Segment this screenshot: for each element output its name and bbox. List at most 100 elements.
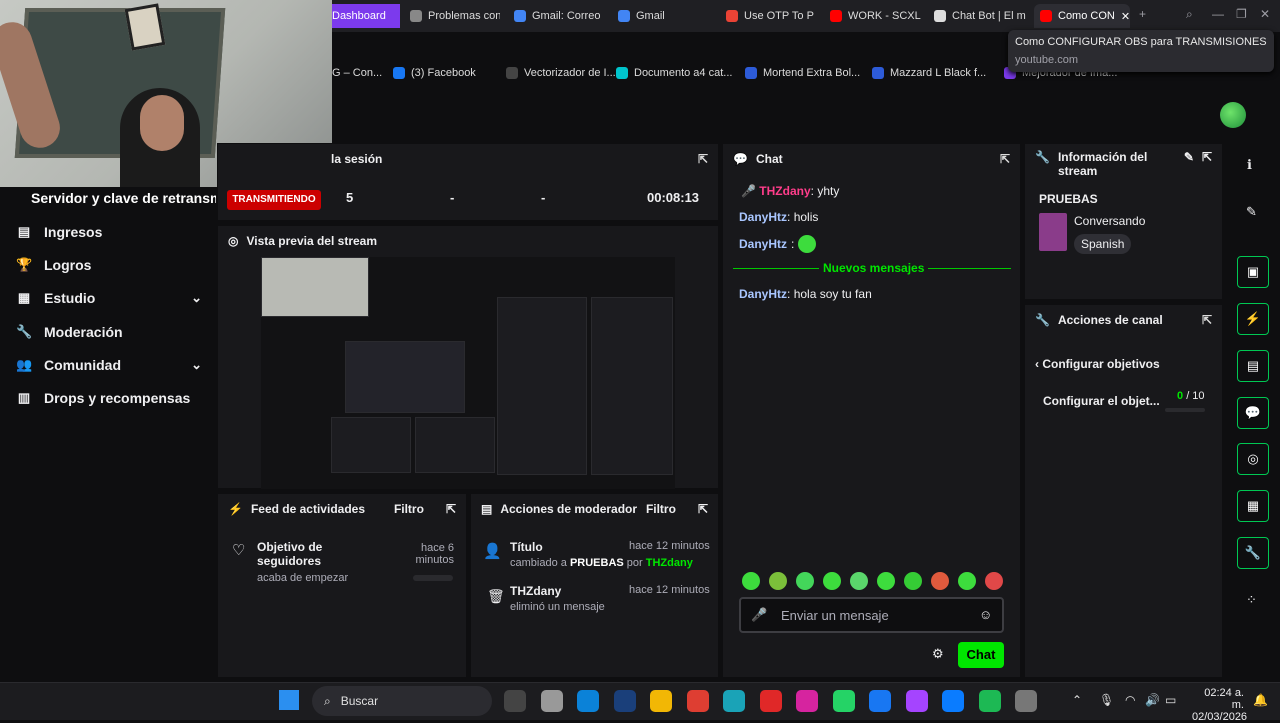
- sidebar-item-estudio[interactable]: ▦ Estudio ⌄: [16, 290, 202, 306]
- stream-key-title[interactable]: Servidor y clave de retransm: [31, 190, 216, 206]
- goal-label[interactable]: Configurar el objet...: [1043, 394, 1160, 408]
- chat-username[interactable]: THZdany: [759, 184, 810, 198]
- wifi-icon[interactable]: ◠: [1125, 693, 1135, 707]
- notification-icon[interactable]: 🔔: [1253, 693, 1268, 707]
- bookmark-item[interactable]: G – Con...: [332, 67, 382, 79]
- photoshop-icon[interactable]: [613, 690, 636, 712]
- messenger2-icon[interactable]: [942, 690, 964, 712]
- edit-icon[interactable]: ✎: [1184, 150, 1194, 164]
- popout-icon[interactable]: ⇱: [698, 152, 708, 166]
- close-window-icon[interactable]: ✕: [1260, 7, 1270, 21]
- mod-filter-button[interactable]: Filtro: [646, 502, 676, 516]
- chat-username[interactable]: DanyHtz: [739, 287, 787, 301]
- sidebar-item-comunidad[interactable]: 👥 Comunidad ⌄: [16, 357, 202, 373]
- emote-icon[interactable]: [904, 572, 922, 590]
- chat-username[interactable]: DanyHtz: [739, 237, 787, 251]
- bookmark-item[interactable]: (3) Facebook: [393, 67, 476, 79]
- sourcetree-icon[interactable]: [723, 690, 745, 712]
- emote-icon[interactable]: [796, 572, 814, 590]
- clip-button[interactable]: ▣: [1237, 256, 1269, 288]
- sidebar-item-drops-y-recompensas[interactable]: ▥ Drops y recompensas: [16, 390, 202, 406]
- emoji-picker-icon[interactable]: ☺: [979, 607, 992, 622]
- emote-icon[interactable]: [850, 572, 868, 590]
- info-icon[interactable]: ℹ: [1247, 157, 1252, 173]
- search-tabs-icon[interactable]: ⌕: [1186, 7, 1193, 22]
- battery-icon[interactable]: ▭: [1165, 693, 1176, 707]
- mod-sub-user[interactable]: THZdany: [646, 557, 693, 569]
- user-avatar[interactable]: [1220, 102, 1246, 128]
- edit-icon[interactable]: ✎: [1246, 204, 1257, 220]
- chat-send-button[interactable]: Chat: [958, 642, 1004, 668]
- edge-icon[interactable]: [577, 690, 599, 712]
- restore-icon[interactable]: ❐: [1236, 7, 1247, 21]
- chrome-icon[interactable]: [686, 690, 709, 712]
- youtube-icon: [830, 10, 842, 22]
- emote-icon[interactable]: [931, 572, 949, 590]
- chat-settings-icon[interactable]: ⚙: [932, 646, 944, 662]
- chevron-down-icon[interactable]: ⌄: [191, 357, 202, 373]
- whatsapp-icon[interactable]: [832, 690, 855, 712]
- tab-gmail-correo[interactable]: Gmail: Correo: [508, 4, 608, 28]
- emote-icon[interactable]: [769, 572, 787, 590]
- messenger-icon[interactable]: [905, 690, 928, 712]
- bookmark-item[interactable]: Mazzard L Black f...: [872, 67, 986, 79]
- apps-icon[interactable]: ⁘: [1246, 592, 1257, 608]
- popout-icon[interactable]: ⇱: [1000, 152, 1010, 166]
- copilot-icon[interactable]: [504, 690, 526, 712]
- info-category[interactable]: Conversando: [1074, 214, 1145, 228]
- tab-work-scxl[interactable]: WORK - SCXL: [824, 4, 924, 28]
- clock[interactable]: 02:24 a. m. 02/03/2026: [1192, 687, 1247, 723]
- tray-chevron-icon[interactable]: ⌃: [1072, 693, 1082, 707]
- bookmark-item[interactable]: Mortend Extra Bol...: [745, 67, 860, 79]
- emote-icon[interactable]: [877, 572, 895, 590]
- raid-button[interactable]: ▦: [1237, 490, 1269, 522]
- popout-icon[interactable]: ⇱: [1202, 150, 1212, 164]
- facebook-icon[interactable]: [869, 690, 891, 712]
- emote-icon[interactable]: [985, 572, 1003, 590]
- tools-button[interactable]: 🔧: [1237, 537, 1269, 569]
- mic-tray-icon[interactable]: 🎙: [1099, 693, 1114, 707]
- sidebar-item-logros[interactable]: 🏆 Logros: [16, 257, 202, 273]
- chatgpt-icon[interactable]: [1015, 690, 1037, 712]
- back-button[interactable]: ‹ Configurar objetivos: [1035, 357, 1160, 371]
- tab-gmail[interactable]: Gmail: [612, 4, 712, 28]
- spotify-icon[interactable]: [978, 690, 1001, 712]
- bookmark-item[interactable]: Documento a4 cat...: [616, 67, 732, 79]
- popout-icon[interactable]: ⇱: [1202, 313, 1212, 327]
- info-tag[interactable]: Spanish: [1074, 234, 1132, 254]
- notes-button[interactable]: ▤: [1237, 350, 1269, 382]
- bookmark-item[interactable]: Vectorizador de I...: [506, 67, 616, 79]
- start-icon[interactable]: [279, 690, 299, 710]
- instagram-icon[interactable]: [796, 690, 818, 712]
- opera-icon[interactable]: [759, 690, 782, 712]
- emote-icon[interactable]: [823, 572, 841, 590]
- chat-mode-button[interactable]: 💬: [1237, 397, 1269, 429]
- popout-icon[interactable]: ⇱: [698, 502, 708, 516]
- taskbar-search[interactable]: ⌕ Buscar: [312, 686, 492, 716]
- tab-dashboard[interactable]: Dashboard: [326, 4, 400, 28]
- tab-chat-bot-el-m[interactable]: Chat Bot | El m: [928, 4, 1028, 28]
- popout-icon[interactable]: ⇱: [446, 502, 456, 516]
- youtube-icon: [1040, 10, 1052, 22]
- broadcast-button[interactable]: ◎: [1237, 443, 1269, 475]
- chat-username[interactable]: DanyHtz: [739, 210, 787, 224]
- file-explorer-icon[interactable]: [540, 690, 563, 712]
- feed-filter-button[interactable]: Filtro: [394, 502, 424, 516]
- sidebar-item-ingresos[interactable]: ▤ Ingresos: [16, 224, 202, 240]
- sidebar-item-moderaci-n[interactable]: 🔧 Moderación: [16, 324, 202, 340]
- emote-icon[interactable]: [742, 572, 760, 590]
- tab-como-con[interactable]: Como CON ✕: [1034, 4, 1130, 28]
- close-tab-icon[interactable]: ✕: [1121, 10, 1130, 23]
- preview-video[interactable]: [261, 257, 675, 489]
- chat-input[interactable]: 🎤 Enviar un mensaje ☺: [739, 597, 1004, 633]
- tab-use-otp-to-p[interactable]: Use OTP To P: [720, 4, 820, 28]
- ad-button[interactable]: ⚡: [1237, 303, 1269, 335]
- new-tab-button[interactable]: +: [1139, 7, 1146, 21]
- tab-problemas-con[interactable]: Problemas con: [404, 4, 500, 28]
- folder-icon[interactable]: [650, 690, 672, 712]
- volume-icon[interactable]: 🔊: [1145, 693, 1160, 707]
- minimize-icon[interactable]: —: [1212, 7, 1224, 21]
- chat-bubble-icon: 💬: [733, 152, 748, 166]
- chevron-down-icon[interactable]: ⌄: [191, 290, 202, 306]
- emote-icon[interactable]: [958, 572, 976, 590]
